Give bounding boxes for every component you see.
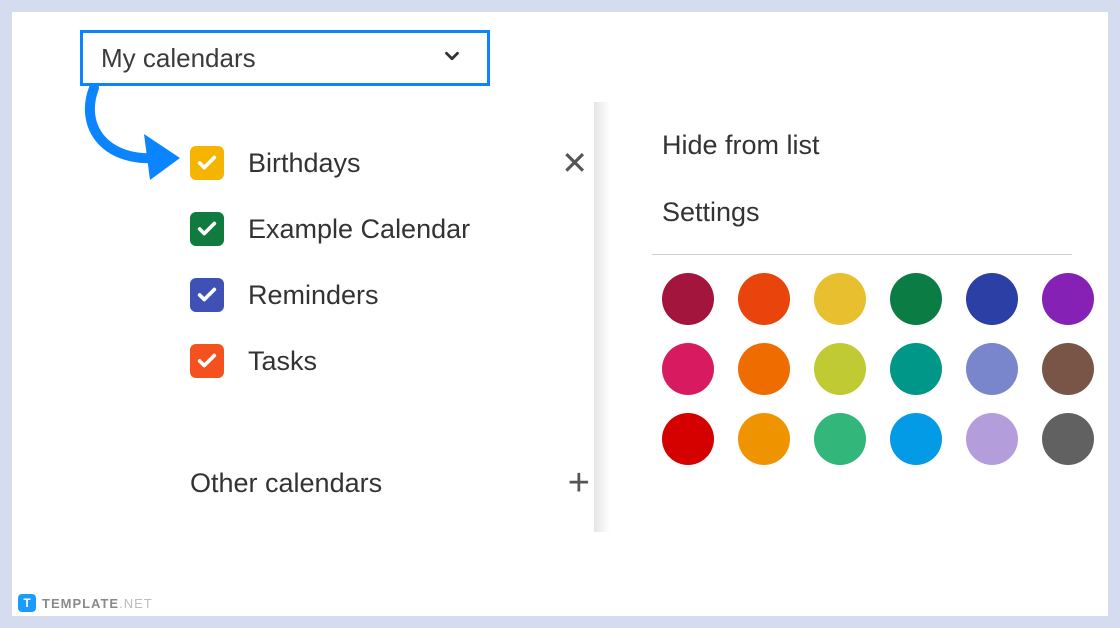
color-swatch[interactable]: [662, 273, 714, 325]
calendar-item-birthdays[interactable]: Birthdays ✕: [190, 130, 598, 196]
checkbox-icon[interactable]: [190, 212, 224, 246]
color-swatch-grid: [632, 273, 1092, 465]
color-swatch[interactable]: [814, 413, 866, 465]
color-swatch[interactable]: [662, 413, 714, 465]
watermark-text: TEMPLATE.NET: [42, 596, 153, 611]
calendar-list: Birthdays ✕ Example Calendar Reminders T…: [190, 130, 598, 394]
color-swatch[interactable]: [890, 413, 942, 465]
color-swatch[interactable]: [966, 413, 1018, 465]
divider: [652, 254, 1072, 255]
my-calendars-header[interactable]: My calendars: [80, 30, 490, 86]
checkbox-icon[interactable]: [190, 344, 224, 378]
color-swatch[interactable]: [738, 273, 790, 325]
color-swatch[interactable]: [738, 413, 790, 465]
calendar-item-tasks[interactable]: Tasks: [190, 328, 598, 394]
calendar-label: Example Calendar: [248, 214, 598, 245]
chevron-down-icon: [441, 45, 463, 72]
watermark-logo-icon: T: [18, 594, 36, 612]
calendar-label: Tasks: [248, 346, 598, 377]
color-swatch[interactable]: [890, 343, 942, 395]
color-swatch[interactable]: [814, 343, 866, 395]
watermark-tld: .NET: [119, 596, 153, 611]
other-calendars-label: Other calendars: [190, 468, 568, 499]
color-swatch[interactable]: [966, 273, 1018, 325]
calendar-label: Reminders: [248, 280, 598, 311]
color-swatch[interactable]: [890, 273, 942, 325]
watermark: T TEMPLATE.NET: [18, 594, 153, 612]
color-swatch[interactable]: [1042, 273, 1094, 325]
panel-divider-shadow: [594, 102, 610, 532]
plus-icon[interactable]: +: [568, 462, 590, 505]
hide-from-list-item[interactable]: Hide from list: [632, 112, 1092, 179]
calendar-item-reminders[interactable]: Reminders: [190, 262, 598, 328]
color-swatch[interactable]: [1042, 343, 1094, 395]
calendar-item-example[interactable]: Example Calendar: [190, 196, 598, 262]
color-swatch[interactable]: [814, 273, 866, 325]
checkbox-icon[interactable]: [190, 146, 224, 180]
calendar-options-popup: Hide from list Settings: [632, 112, 1092, 465]
color-swatch[interactable]: [1042, 413, 1094, 465]
color-swatch[interactable]: [966, 343, 1018, 395]
close-icon[interactable]: ✕: [561, 147, 588, 179]
calendar-label: Birthdays: [248, 148, 561, 179]
watermark-brand: TEMPLATE: [42, 596, 119, 611]
checkbox-icon[interactable]: [190, 278, 224, 312]
color-swatch[interactable]: [662, 343, 714, 395]
color-swatch[interactable]: [738, 343, 790, 395]
settings-item[interactable]: Settings: [632, 179, 1092, 246]
annotation-arrow-icon: [72, 84, 192, 194]
other-calendars-header[interactable]: Other calendars +: [190, 462, 598, 505]
my-calendars-title: My calendars: [101, 43, 256, 74]
